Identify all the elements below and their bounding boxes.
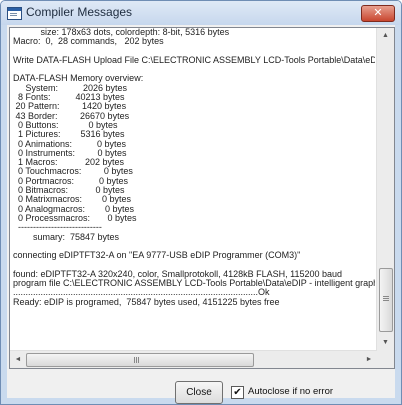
close-button[interactable]: Close bbox=[175, 381, 223, 404]
window-app-icon bbox=[7, 7, 22, 20]
window-close-button[interactable]: ✕ bbox=[361, 5, 395, 22]
compiler-messages-window: Compiler Messages ✕ size: 178x63 dots, c… bbox=[0, 0, 402, 405]
window-title: Compiler Messages bbox=[26, 5, 133, 19]
vertical-scrollbar[interactable]: ▲ ▼ bbox=[376, 28, 394, 351]
dialog-client-area: size: 178x63 dots, colordepth: 8-bit, 53… bbox=[7, 25, 395, 404]
vertical-scroll-thumb[interactable] bbox=[379, 268, 393, 332]
message-log[interactable]: size: 178x63 dots, colordepth: 8-bit, 53… bbox=[9, 27, 395, 369]
scroll-up-arrow-icon[interactable]: ▲ bbox=[377, 28, 394, 44]
thumb-grip-icon bbox=[383, 296, 389, 297]
log-text-area[interactable]: size: 178x63 dots, colordepth: 8-bit, 53… bbox=[13, 28, 375, 351]
thumb-grip-icon bbox=[134, 357, 135, 363]
scrollbar-corner bbox=[377, 351, 394, 368]
log-line: Macro: 0, 28 commands, 202 bytes bbox=[13, 36, 164, 47]
log-line: Ready: eDIP is programed, 75847 bytes us… bbox=[13, 296, 280, 307]
horizontal-scroll-thumb[interactable] bbox=[26, 353, 254, 367]
scroll-left-arrow-icon[interactable]: ◄ bbox=[10, 351, 26, 368]
log-line: sumary: 75847 bytes bbox=[13, 231, 120, 242]
autoclose-checkbox[interactable]: ✔ bbox=[231, 386, 244, 399]
scroll-right-arrow-icon[interactable]: ► bbox=[361, 351, 377, 368]
autoclose-label: Autoclose if no error bbox=[248, 386, 334, 397]
title-bar[interactable]: Compiler Messages ✕ bbox=[1, 1, 401, 25]
log-line: Write DATA-FLASH Upload File C:\ELECTRON… bbox=[13, 54, 375, 65]
log-line: connecting eDIPTFT32-A on "EA 9777-USB e… bbox=[13, 250, 301, 261]
horizontal-scrollbar[interactable]: ◄ ► bbox=[10, 350, 377, 368]
scroll-down-arrow-icon[interactable]: ▼ bbox=[377, 335, 394, 351]
